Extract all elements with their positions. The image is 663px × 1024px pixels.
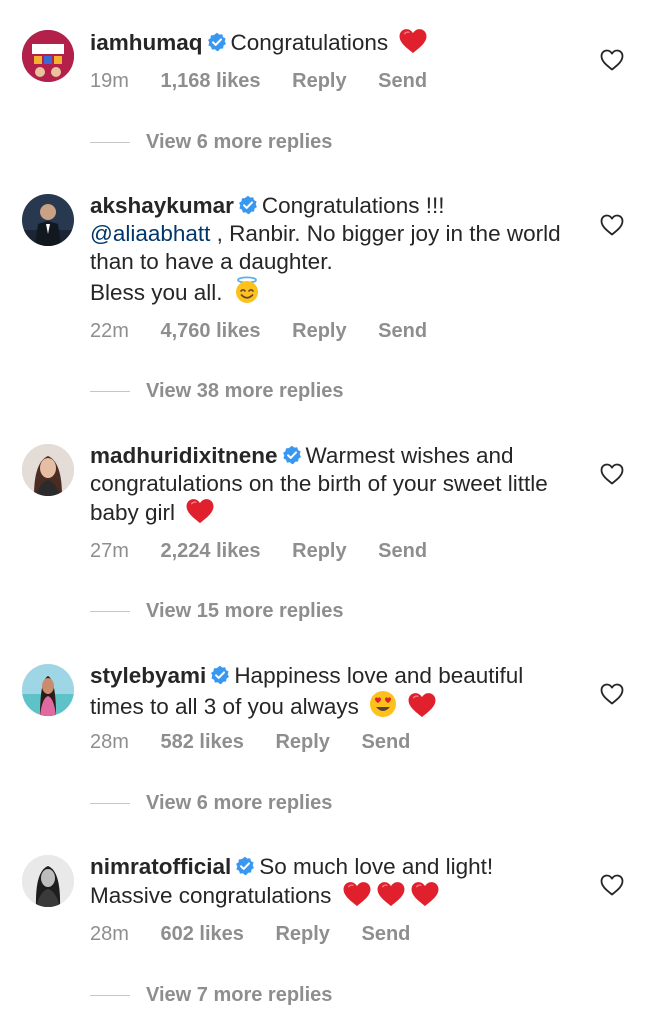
like-heart-icon[interactable] <box>600 463 624 485</box>
verified-badge-icon <box>238 195 258 215</box>
reply-button[interactable]: Reply <box>292 320 346 342</box>
poster-avatar-icon <box>22 30 74 82</box>
replies-divider <box>90 803 130 804</box>
username[interactable]: iamhumaq <box>90 30 203 55</box>
timestamp: 22m <box>90 320 129 342</box>
comment-text: stylebyami Happiness love and beautiful t… <box>90 662 580 721</box>
woman-bw-avatar-icon <box>22 855 74 907</box>
comment-text: akshaykumar Congratulations !!! @aliaabha… <box>90 192 580 307</box>
view-replies-button[interactable]: View 7 more replies <box>90 984 332 1007</box>
comment-meta: 28m 582 likes Reply Send <box>90 731 436 754</box>
avatar[interactable] <box>22 855 74 907</box>
like-heart-icon[interactable] <box>600 49 624 71</box>
likes-count[interactable]: 4,760 likes <box>160 320 260 342</box>
man-suit-avatar-icon <box>22 194 74 246</box>
verified-badge-icon <box>282 445 302 465</box>
timestamp: 19m <box>90 70 129 92</box>
avatar[interactable] <box>22 194 74 246</box>
likes-count[interactable]: 582 likes <box>160 731 243 753</box>
view-replies-label: View 38 more replies <box>146 380 344 402</box>
view-replies-button[interactable]: View 38 more replies <box>90 380 344 403</box>
verified-badge-icon <box>207 32 227 52</box>
send-button[interactable]: Send <box>378 320 427 342</box>
woman-avatar-icon <box>22 444 74 496</box>
reply-button[interactable]: Reply <box>275 923 329 945</box>
comment-body: Congratulations <box>230 30 389 55</box>
woman-beach-avatar-icon <box>22 664 74 716</box>
red-heart-icon <box>185 498 215 524</box>
comment-meta: 28m 602 likes Reply Send <box>90 923 436 946</box>
like-heart-icon[interactable] <box>600 874 624 896</box>
comment-text: nimratofficial So much love and light! Ma… <box>90 853 580 910</box>
smiling-face-with-heart-eyes-icon <box>370 691 397 717</box>
replies-divider <box>90 611 130 612</box>
comment-body: Congratulations !!! <box>261 193 445 218</box>
replies-divider <box>90 995 130 996</box>
red-heart-icon <box>410 881 440 907</box>
mention-link[interactable]: @aliaabhatt <box>90 221 210 246</box>
timestamp: 28m <box>90 923 129 945</box>
username[interactable]: madhuridixitnene <box>90 443 278 468</box>
like-heart-icon[interactable] <box>600 214 624 236</box>
comment-meta: 22m 4,760 likes Reply Send <box>90 320 453 343</box>
reply-button[interactable]: Reply <box>292 540 346 562</box>
smiling-face-with-halo-icon <box>235 276 258 303</box>
red-heart-icon <box>376 881 406 907</box>
reply-button[interactable]: Reply <box>292 70 346 92</box>
likes-count[interactable]: 2,224 likes <box>160 540 260 562</box>
red-heart-icon <box>398 28 428 54</box>
reply-button[interactable]: Reply <box>275 731 329 753</box>
replies-divider <box>90 142 130 143</box>
comment-meta: 19m 1,168 likes Reply Send <box>90 70 453 93</box>
comment-text: madhuridixitnene Warmest wishes and congr… <box>90 442 580 527</box>
timestamp: 28m <box>90 731 129 753</box>
view-replies-button[interactable]: View 6 more replies <box>90 792 332 815</box>
red-heart-icon <box>342 881 372 907</box>
comment-body-end: Bless you all. <box>90 280 223 305</box>
comment-text: iamhumaq Congratulations <box>90 28 580 57</box>
send-button[interactable]: Send <box>361 731 410 753</box>
send-button[interactable]: Send <box>378 540 427 562</box>
timestamp: 27m <box>90 540 129 562</box>
likes-count[interactable]: 1,168 likes <box>160 70 260 92</box>
view-replies-label: View 15 more replies <box>146 600 344 622</box>
username[interactable]: nimratofficial <box>90 854 231 879</box>
username[interactable]: stylebyami <box>90 663 206 688</box>
avatar[interactable] <box>22 444 74 496</box>
view-replies-label: View 6 more replies <box>146 131 333 153</box>
view-replies-button[interactable]: View 6 more replies <box>90 131 332 154</box>
avatar[interactable] <box>22 664 74 716</box>
avatar[interactable] <box>22 30 74 82</box>
like-heart-icon[interactable] <box>600 683 624 705</box>
likes-count[interactable]: 602 likes <box>160 923 243 945</box>
username[interactable]: akshaykumar <box>90 193 234 218</box>
send-button[interactable]: Send <box>361 923 410 945</box>
replies-divider <box>90 391 130 392</box>
view-replies-label: View 6 more replies <box>146 792 333 814</box>
comment-meta: 27m 2,224 likes Reply Send <box>90 540 453 563</box>
view-replies-label: View 7 more replies <box>146 984 333 1006</box>
red-heart-icon <box>407 692 437 718</box>
verified-badge-icon <box>210 665 230 685</box>
verified-badge-icon <box>235 856 255 876</box>
send-button[interactable]: Send <box>378 70 427 92</box>
view-replies-button[interactable]: View 15 more replies <box>90 600 344 623</box>
